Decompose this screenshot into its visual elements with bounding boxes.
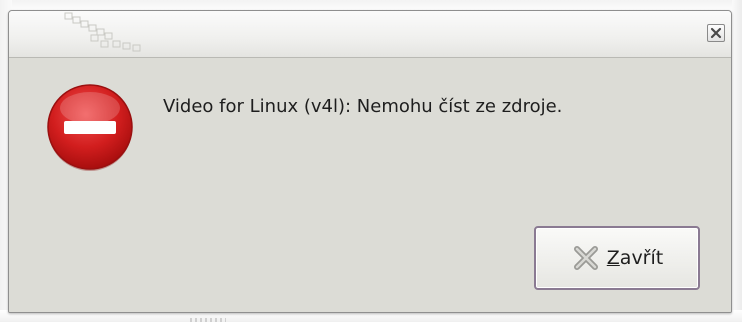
titlebar-pattern-icon (64, 12, 141, 52)
desktop-background-right (732, 0, 742, 322)
error-stop-icon (47, 84, 133, 171)
error-message: Video for Linux (v4l): Nemohu číst ze zd… (163, 96, 563, 117)
close-button-label-rest: avřít (619, 247, 664, 269)
window-close-glyph-icon (710, 27, 722, 39)
error-dialog: Video for Linux (v4l): Nemohu číst ze zd… (8, 10, 732, 313)
x-close-icon (573, 246, 598, 270)
window-close-icon[interactable] (707, 24, 725, 42)
dialog-content: Video for Linux (v4l): Nemohu číst ze zd… (9, 58, 731, 312)
desktop-dotted-mark (190, 318, 226, 322)
close-button-label: Zavřít (607, 247, 663, 269)
dialog-titlebar[interactable] (9, 11, 731, 58)
close-button-mnemonic: Z (606, 247, 620, 269)
close-button[interactable]: Zavřít (534, 226, 700, 290)
